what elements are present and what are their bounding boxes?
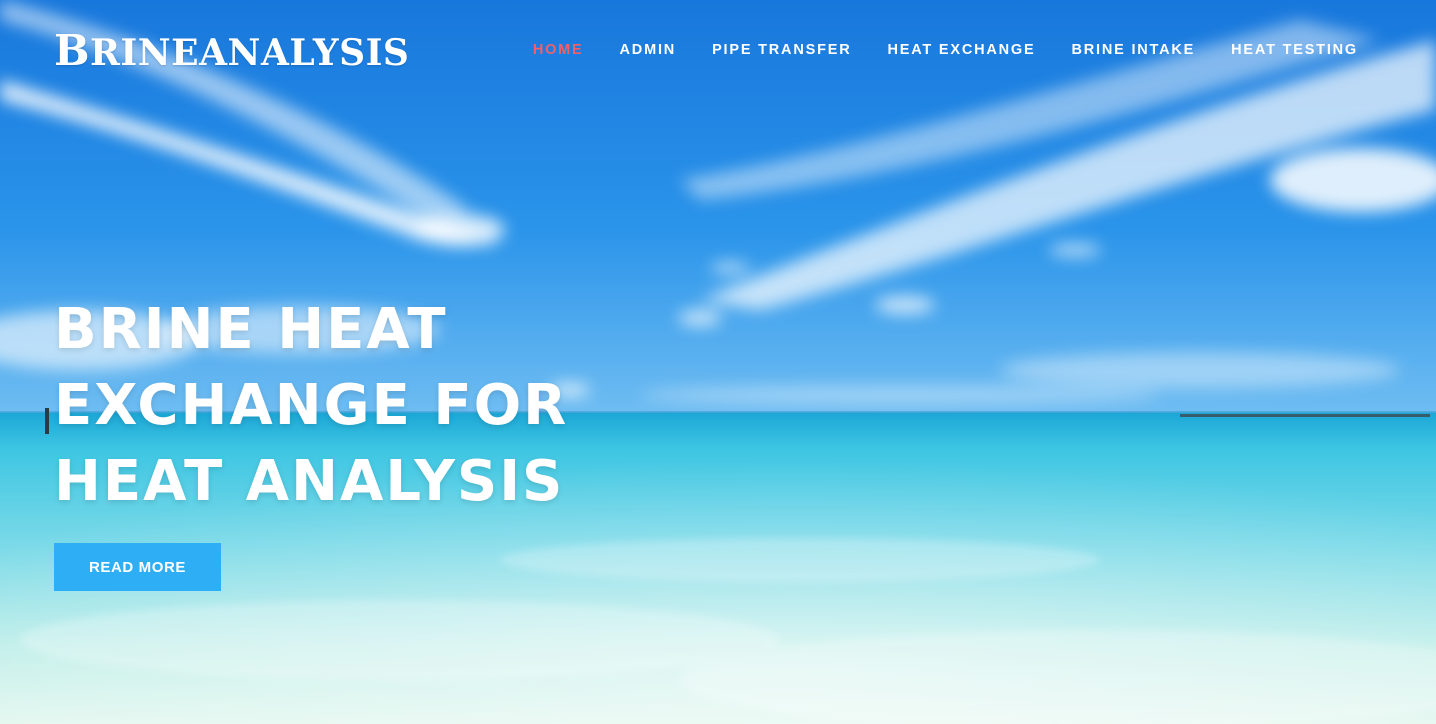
hero-headline-line: HEAT ANALYSIS (54, 449, 565, 514)
hero-headline-line: EXCHANGE FOR (54, 373, 569, 438)
main-navigation: HOME ADMIN PIPE TRANSFER HEAT EXCHANGE B… (533, 40, 1358, 60)
nav-link-pipe-transfer[interactable]: PIPE TRANSFER (712, 40, 851, 60)
nav-item-home: HOME (533, 40, 584, 60)
hero-headline-line: BRINE HEAT (54, 297, 448, 362)
nav-item-heat-exchange: HEAT EXCHANGE (887, 40, 1035, 60)
logo-initial: B (54, 26, 90, 75)
nav-item-pipe-transfer: PIPE TRANSFER (712, 40, 851, 60)
nav-link-heat-testing[interactable]: HEAT TESTING (1231, 40, 1358, 60)
hero-headline: BRINE HEAT EXCHANGE FOR HEAT ANALYSIS (54, 292, 568, 520)
read-more-button[interactable]: READ MORE (54, 543, 221, 591)
nav-link-home[interactable]: HOME (533, 40, 584, 60)
nav-item-heat-testing: HEAT TESTING (1231, 40, 1358, 60)
nav-item-admin: ADMIN (620, 40, 677, 60)
logo-wordmark: RINEANALYSIS (90, 32, 410, 74)
brand-logo[interactable]: BRINEANALYSIS (54, 28, 409, 76)
site-header: BRINEANALYSIS HOME ADMIN PIPE TRANSFER H… (0, 0, 1436, 100)
hero-section: BRINEANALYSIS HOME ADMIN PIPE TRANSFER H… (0, 0, 1436, 724)
nav-link-brine-intake[interactable]: BRINE INTAKE (1072, 40, 1196, 60)
nav-link-admin[interactable]: ADMIN (620, 40, 677, 60)
nav-item-brine-intake: BRINE INTAKE (1072, 40, 1196, 60)
nav-link-heat-exchange[interactable]: HEAT EXCHANGE (887, 40, 1035, 60)
